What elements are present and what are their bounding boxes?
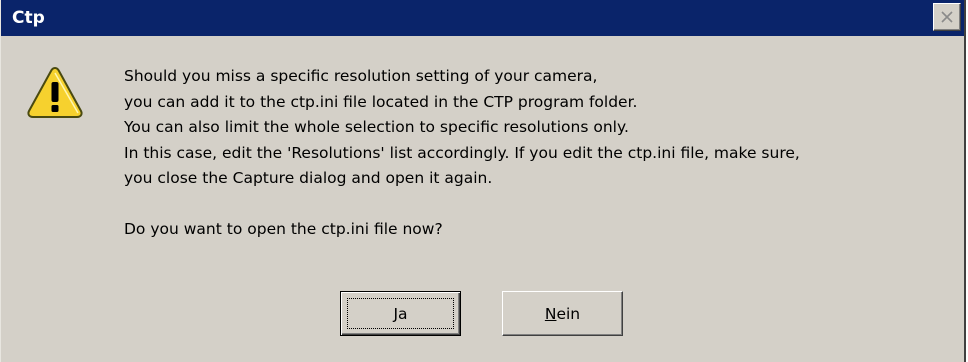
message-line: In this case, edit the 'Resolutions' lis… (124, 143, 800, 162)
message-line: Should you miss a specific resolution se… (124, 67, 598, 85)
no-button[interactable]: Nein (502, 291, 623, 336)
yes-button[interactable]: Ja (340, 291, 461, 336)
yes-button-label: Ja (393, 304, 408, 323)
message-line: You can also limit the whole selection t… (124, 118, 629, 136)
window-title: Ctp (12, 8, 45, 28)
title-bar[interactable]: Ctp (1, 0, 964, 36)
message-dialog: Ctp Should you miss a specific resolutio… (0, 0, 966, 362)
warning-icon (27, 66, 83, 118)
close-icon (941, 11, 953, 23)
no-button-label: Nein (544, 304, 581, 323)
close-button[interactable] (933, 3, 961, 31)
message-text: Should you miss a specific resolution se… (124, 64, 964, 242)
message-line: you can add it to the ctp.ini file locat… (124, 92, 638, 111)
message-line: you close the Capture dialog and open it… (124, 169, 493, 187)
question-text: Do you want to open the ctp.ini file now… (124, 219, 443, 238)
